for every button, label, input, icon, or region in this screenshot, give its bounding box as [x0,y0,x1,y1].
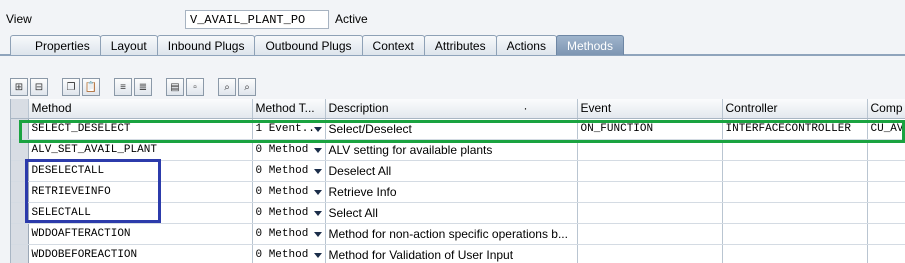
column-header-description[interactable]: Description · [325,99,578,119]
description-cell[interactable]: ALV setting for available plants [325,139,578,161]
table-row[interactable]: WDDOBEFOREACTION 0 Method Method for Val… [11,244,905,263]
description-cell[interactable]: Deselect All [325,160,578,182]
event-cell[interactable] [577,160,723,182]
comp-cell[interactable] [867,202,905,224]
method-cell[interactable]: WDDOBEFOREACTION [28,244,253,263]
copy-icon[interactable]: ❐ [62,78,80,96]
grid-toolbar: ⊞ ⊟ ❐ 📋 ≡ ≣ ▤ ▫ ⌕ ⌕ [10,77,258,97]
delete-row-icon[interactable]: ⊟ [30,78,48,96]
dropdown-arrow-icon[interactable] [313,231,322,237]
view-header: View V_AVAIL_PLANT_PO Active [0,8,905,30]
row-selector[interactable] [11,118,29,140]
method-type-cell[interactable]: 1 Event... [252,118,326,140]
tab-outbound-plugs[interactable]: Outbound Plugs [254,35,363,55]
tab-properties[interactable]: Properties [10,35,101,55]
description-cell[interactable]: Select All [325,202,578,224]
paste-icon[interactable]: 📋 [82,78,100,96]
table-row[interactable]: SELECTALL 0 Method Select All [11,202,905,224]
table-header-row: Method Method T... Description · Event Co… [11,99,905,119]
insert-row-icon[interactable]: ⊞ [10,78,28,96]
row-selector[interactable] [11,223,29,245]
dropdown-arrow-icon[interactable] [313,147,322,153]
row-selector[interactable] [11,181,29,203]
event-cell[interactable] [577,139,723,161]
controller-cell[interactable] [722,244,868,263]
row-selector[interactable] [11,244,29,263]
event-cell[interactable] [577,244,723,263]
method-type-cell[interactable]: 0 Method [252,202,326,224]
column-header-method[interactable]: Method [28,99,253,119]
event-cell[interactable]: ON_FUNCTION [577,118,723,140]
column-header-controller[interactable]: Controller [722,99,868,119]
comp-cell[interactable] [867,244,905,263]
tab-layout[interactable]: Layout [99,35,158,55]
controller-cell[interactable] [722,181,868,203]
tab-actions[interactable]: Actions [495,35,557,55]
tab-context[interactable]: Context [361,35,425,55]
tab-bar: Properties Layout Inbound Plugs Outbound… [10,35,624,55]
details-icon[interactable]: ▤ [166,78,184,96]
dropdown-arrow-icon[interactable] [313,189,322,195]
view-status: Active [335,12,368,26]
table-row[interactable]: WDDOAFTERACTION 0 Method Method for non-… [11,223,905,245]
row-selector-header[interactable] [11,99,29,119]
description-cell[interactable]: Retrieve Info [325,181,578,203]
controller-cell[interactable]: INTERFACECONTROLLER [722,118,868,140]
table-row[interactable]: ALV_SET_AVAIL_PLANT 0 Method ALV setting… [11,139,905,161]
event-cell[interactable] [577,181,723,203]
row-selector[interactable] [11,202,29,224]
table-row[interactable]: RETRIEVEINFO 0 Method Retrieve Info [11,181,905,203]
dropdown-arrow-icon[interactable] [313,210,322,216]
description-cell[interactable]: Select/Deselect [325,118,578,140]
method-cell[interactable]: ALV_SET_AVAIL_PLANT [28,139,253,161]
method-cell[interactable]: DESELECTALL [28,160,253,182]
table-row[interactable]: DESELECTALL 0 Method Deselect All [11,160,905,182]
method-cell[interactable]: SELECTALL [28,202,253,224]
comp-cell[interactable] [867,223,905,245]
dropdown-arrow-icon[interactable] [313,126,322,132]
comp-cell[interactable]: CU_AV [867,118,905,140]
method-type-cell[interactable]: 0 Method [252,223,326,245]
method-type-cell[interactable]: 0 Method [252,244,326,263]
column-header-comp[interactable]: Comp [867,99,905,119]
event-cell[interactable] [577,223,723,245]
comp-cell[interactable] [867,160,905,182]
method-type-cell[interactable]: 0 Method [252,181,326,203]
controller-cell[interactable] [722,223,868,245]
description-cell[interactable]: Method for Validation of User Input [325,244,578,263]
methods-table: Method Method T... Description · Event Co… [10,99,905,263]
column-header-event[interactable]: Event [577,99,723,119]
append-row-icon[interactable]: ≡ [114,78,132,96]
controller-cell[interactable] [722,202,868,224]
method-cell[interactable]: RETRIEVEINFO [28,181,253,203]
column-header-method-type[interactable]: Method T... [252,99,326,119]
comp-cell[interactable] [867,139,905,161]
find-icon[interactable]: ⌕ [218,78,236,96]
method-type-cell[interactable]: 0 Method [252,139,326,161]
dropdown-arrow-icon[interactable] [313,252,322,258]
view-name-field[interactable]: V_AVAIL_PLANT_PO [185,10,329,29]
method-type-cell[interactable]: 0 Method [252,160,326,182]
event-cell[interactable] [577,202,723,224]
duplicate-row-icon[interactable]: ≣ [134,78,152,96]
tab-attributes[interactable]: Attributes [423,35,497,55]
tab-inbound-plugs[interactable]: Inbound Plugs [156,35,256,55]
find-next-icon[interactable]: ⌕ [238,78,256,96]
row-selector[interactable] [11,160,29,182]
row-selector[interactable] [11,139,29,161]
view-label: View [6,12,32,26]
controller-cell[interactable] [722,139,868,161]
method-cell[interactable]: SELECT_DESELECT [28,118,253,140]
tab-methods[interactable]: Methods [555,35,624,55]
select-icon[interactable]: ▫ [186,78,204,96]
method-cell[interactable]: WDDOAFTERACTION [28,223,253,245]
table-row[interactable]: SELECT_DESELECT 1 Event... Select/Desele… [11,118,905,140]
comp-cell[interactable] [867,181,905,203]
controller-cell[interactable] [722,160,868,182]
dropdown-arrow-icon[interactable] [313,168,322,174]
description-cell[interactable]: Method for non-action specific operation… [325,223,578,245]
